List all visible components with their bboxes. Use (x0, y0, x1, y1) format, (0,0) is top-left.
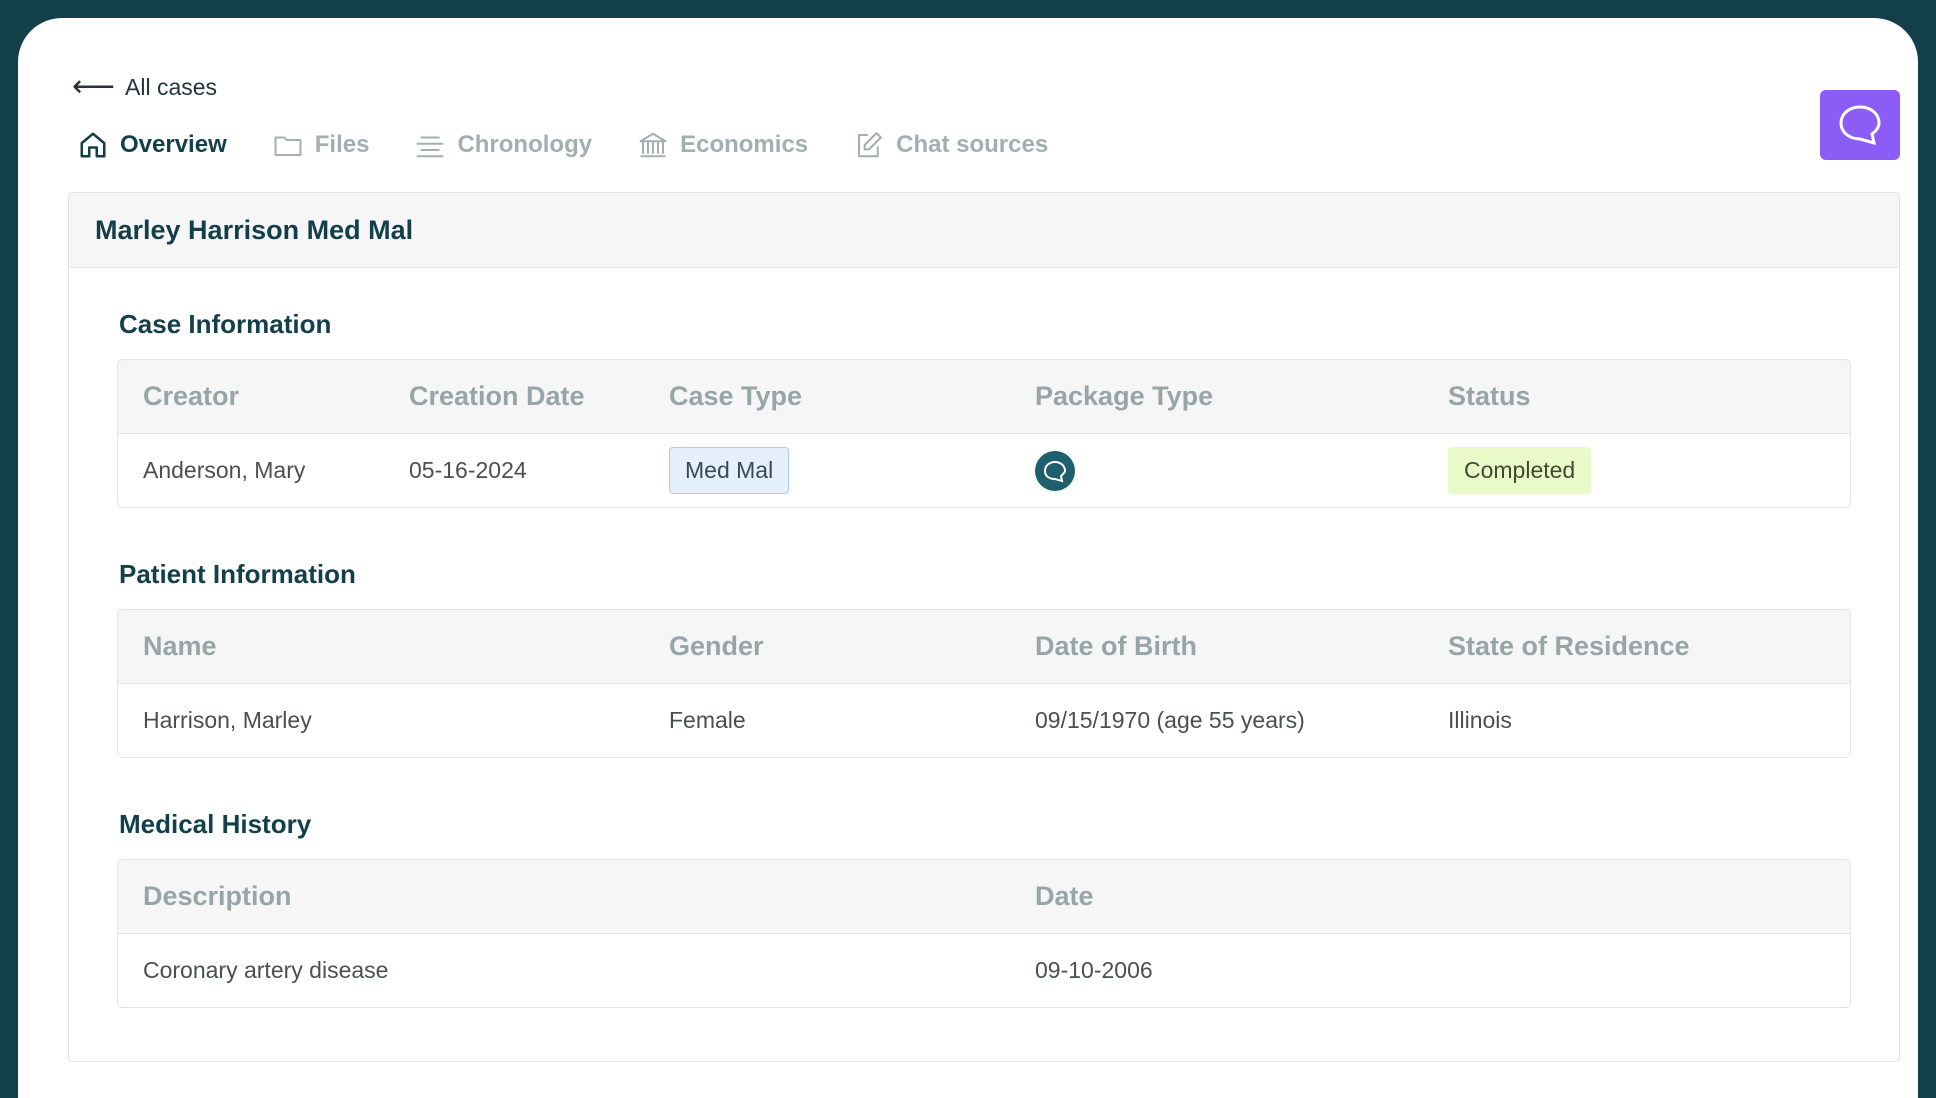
folder-icon (274, 136, 302, 156)
tab-chat-sources[interactable]: Chat sources (854, 130, 1048, 160)
cell-state: Illinois (1448, 707, 1512, 733)
header-description: Description (143, 881, 292, 911)
case-type-badge: Med Mal (669, 447, 790, 494)
tab-files[interactable]: Files (273, 130, 370, 160)
table-header-row: Description Date (118, 860, 1850, 934)
tab-economics[interactable]: Economics (638, 130, 808, 160)
case-information-heading: Case Information (119, 309, 332, 339)
cell-package-type (1035, 434, 1075, 507)
home-icon (80, 132, 106, 158)
cell-date-of-birth: 09/15/1970 (age 55 years) (1035, 707, 1305, 733)
tab-bar: Overview Files Chronology Economics Chat… (78, 130, 1048, 160)
tab-label: Files (314, 131, 370, 158)
header-date-of-birth: Date of Birth (1035, 631, 1197, 661)
header-case-type: Case Type (669, 381, 803, 411)
table-header-row: Name Gender Date of Birth State of Resid… (118, 610, 1850, 684)
cell-gender: Female (669, 707, 746, 733)
package-type-icon (1035, 450, 1075, 491)
list-lines-icon (416, 136, 444, 158)
cell-description: Coronary artery disease (143, 957, 389, 983)
table-header-row: Creator Creation Date Case Type Package … (118, 360, 1850, 434)
back-to-all-cases-link[interactable]: ⟵ All cases (72, 72, 217, 102)
arrow-left-icon: ⟵ (72, 70, 116, 103)
edit-square-icon (858, 132, 883, 158)
case-card: Marley Harrison Med Mal Case Information… (68, 192, 1900, 1062)
cell-date: 09-10-2006 (1035, 957, 1153, 983)
back-link-label: All cases (125, 73, 218, 100)
case-information-table: Creator Creation Date Case Type Package … (117, 359, 1851, 508)
patient-information-heading: Patient Information (119, 559, 356, 589)
patient-information-table: Name Gender Date of Birth State of Resid… (117, 609, 1851, 758)
status-badge: Completed (1448, 447, 1592, 494)
header-name: Name (143, 631, 217, 661)
table-row: Coronary artery disease 09-10-2006 (118, 934, 1850, 1007)
chat-bubble-icon (1839, 105, 1881, 146)
tab-label: Overview (120, 131, 227, 158)
header-status: Status (1448, 381, 1531, 411)
cell-creation-date: 05-16-2024 (409, 457, 527, 483)
tab-chronology[interactable]: Chronology (415, 130, 592, 160)
cell-case-type: Med Mal (669, 434, 790, 507)
cell-status: Completed (1448, 434, 1592, 507)
header-creation-date: Creation Date (409, 381, 585, 411)
chat-button[interactable] (1820, 90, 1900, 160)
header-creator: Creator (143, 381, 240, 411)
cell-name: Harrison, Marley (143, 707, 312, 733)
chat-bubble-icon (1043, 460, 1067, 482)
header-package-type: Package Type (1035, 381, 1214, 411)
medical-history-table: Description Date Coronary artery disease… (117, 859, 1851, 1008)
header-date: Date (1035, 881, 1094, 911)
medical-history-heading: Medical History (119, 809, 312, 839)
tab-label: Economics (680, 131, 809, 158)
tab-overview[interactable]: Overview (78, 130, 227, 160)
table-row: Harrison, Marley Female 09/15/1970 (age … (118, 684, 1850, 757)
tab-label: Chronology (457, 131, 593, 158)
case-title: Marley Harrison Med Mal (69, 193, 1899, 268)
header-gender: Gender (669, 631, 764, 661)
tab-label: Chat sources (896, 131, 1049, 158)
header-state-of-residence: State of Residence (1448, 631, 1690, 661)
bank-icon (639, 132, 667, 158)
table-row: Anderson, Mary 05-16-2024 Med Mal Comple… (118, 434, 1850, 507)
cell-creator: Anderson, Mary (143, 457, 306, 483)
